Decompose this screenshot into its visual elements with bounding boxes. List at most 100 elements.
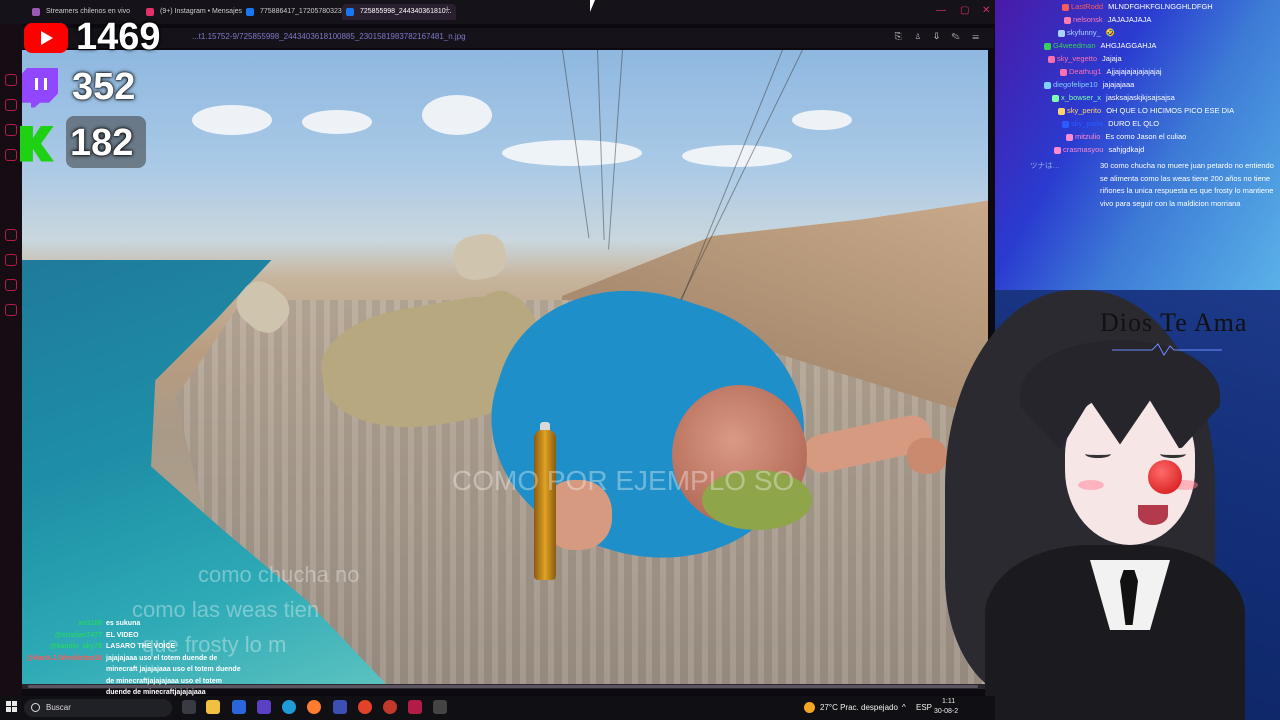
- twitch-counter: 352: [22, 66, 135, 109]
- facebook-icon: [346, 8, 354, 16]
- chat-badge-icon: [1058, 29, 1065, 37]
- chat-username: mitzulio: [1075, 132, 1101, 141]
- chat-badge-icon: [1062, 120, 1069, 128]
- obs-icon[interactable]: [433, 700, 447, 714]
- chrome-icon[interactable]: [358, 700, 372, 714]
- kick-counter: 182: [20, 122, 133, 165]
- play-icon: [24, 22, 68, 53]
- chat-message-row: skyfunny_ 🤣: [1058, 28, 1115, 37]
- kick-icon: [20, 125, 54, 162]
- app-icon[interactable]: [408, 700, 422, 714]
- chat-message: 🤣: [1105, 28, 1116, 37]
- chat-username: xn3108: [78, 620, 102, 627]
- chat-message-row: x_bowser_x jasksajaskjkjsajsajsa: [1052, 93, 1175, 102]
- chat-badge-icon: [1054, 146, 1061, 154]
- overlay-chat-row: @Hank.J.Wimbleton18 jajajajaaa uso el tot…: [20, 653, 250, 697]
- overlay-chat-row: @kamilo_sky79 LASARO THE VOICE: [20, 641, 250, 653]
- app-icon[interactable]: [383, 700, 397, 714]
- twitch-icon: [22, 67, 58, 108]
- sidebar-app-icon[interactable]: [5, 124, 17, 136]
- chat-username: Deathug1: [1069, 67, 1102, 76]
- avatar-eye: [1160, 450, 1186, 458]
- chat-message-row: mitzulio Es como Jason el culiao: [1066, 132, 1186, 141]
- tab-image-1[interactable]: 775886417_1720578032301...: [242, 4, 356, 20]
- search-placeholder: Buscar: [46, 703, 71, 712]
- chat-message: sahjgdkajd: [1108, 145, 1145, 154]
- taskbar-search[interactable]: Buscar: [24, 699, 172, 717]
- new-tab-button[interactable]: +: [444, 4, 450, 16]
- sidebar-app-icon[interactable]: [5, 279, 17, 291]
- beer-bottle: [534, 430, 556, 580]
- app-icon[interactable]: [333, 700, 347, 714]
- chat-message: LASARO THE VOICE: [106, 643, 176, 650]
- chat-message: OH QUE LO HICIMOS PICO ESE DIA: [1106, 106, 1235, 115]
- chat-username: ツナは…: [1030, 161, 1060, 170]
- chevron-up-icon[interactable]: ^: [902, 696, 906, 720]
- windows-icon[interactable]: [6, 701, 18, 713]
- chat-badge-icon: [1058, 107, 1065, 115]
- taskview-icon[interactable]: [182, 700, 196, 714]
- chat-message: jajajajaaa uso el totem duende de minecr…: [106, 654, 241, 697]
- caption-overlay: como chucha no: [198, 562, 360, 587]
- chat-message: Es como Jason el culiao: [1105, 132, 1187, 141]
- maximize-icon[interactable]: ▢: [960, 5, 969, 16]
- address-bar[interactable]: ...t1.15752-9/725855998_2443403618100885…: [22, 28, 994, 48]
- chat-badge-icon: [1044, 81, 1051, 89]
- sidebar-app-icon[interactable]: [5, 149, 17, 161]
- chat-badge-icon: [1052, 94, 1059, 102]
- avatar-mouth: [1138, 505, 1168, 525]
- chat-message-row: sky_vegetto Jajaja: [1048, 54, 1122, 63]
- chat-username: LastRodd: [1071, 2, 1104, 11]
- edge-icon[interactable]: [282, 700, 296, 714]
- weather-icon[interactable]: [804, 702, 815, 713]
- chat-message: jajajajaaa: [1102, 80, 1135, 89]
- chat-message-long: 30 como chucha no muere juan petardo no …: [1100, 161, 1274, 208]
- clock-date[interactable]: 30-08-2: [934, 707, 958, 717]
- tab-image-2[interactable]: 725855998_244340361810...: [342, 4, 456, 20]
- close-icon[interactable]: ✕: [982, 5, 990, 16]
- sidebar-app-icon[interactable]: [5, 254, 17, 266]
- overlay-chat: xn3108 es sukuna @cristian7477 EL VIDEO @k…: [20, 618, 250, 697]
- sidebar-app-icon[interactable]: [5, 229, 17, 241]
- tab-label: 725855998_244340361810...: [360, 8, 452, 15]
- app-icon[interactable]: [257, 700, 271, 714]
- overlay-chat-row: @cristian7477 EL VIDEO: [20, 630, 250, 642]
- meme-image: COMO POR EJEMPLO SO como chucha no como …: [22, 50, 988, 684]
- toolbar-icons[interactable]: ⎘ ♙ ⇩ ✎ ☰: [895, 31, 984, 42]
- firefox-icon[interactable]: [307, 700, 321, 714]
- sidebar-app-icon[interactable]: [5, 74, 17, 86]
- youtube-counter: 1469: [24, 16, 161, 59]
- chat-message-row: LastRodd MLNDFGHKFGLNGGHLDFGH: [1062, 2, 1213, 11]
- youtube-viewer-count: 1469: [76, 16, 161, 58]
- chat-message: es sukuna: [106, 620, 141, 627]
- tab-favicon-icon: [32, 8, 40, 16]
- avatar-bangs: [1020, 340, 1220, 450]
- chat-message: MLNDFGHKFGLNGGHLDFGH: [1108, 2, 1213, 11]
- caption-overlay: COMO POR EJEMPLO SO: [452, 465, 795, 496]
- chat-username: @Hank.J.Wimbleton18: [26, 654, 102, 662]
- clock-time[interactable]: 1:11: [942, 697, 955, 707]
- url-text[interactable]: ...t1.15752-9/725855998_2443403618100885…: [192, 32, 466, 41]
- file-explorer-icon[interactable]: [206, 700, 220, 714]
- chat-badge-icon: [1062, 3, 1069, 11]
- weather-text[interactable]: 27°C Prac. despejado: [820, 696, 898, 720]
- chat-message-row: nelsonsk JAJAJAJAJA: [1064, 15, 1151, 24]
- app-icon[interactable]: [232, 700, 246, 714]
- avatar-eye: [1085, 450, 1111, 458]
- chat-message-row: diegofelipe10 jajajajaaa: [1044, 80, 1134, 89]
- minimize-icon[interactable]: —: [936, 5, 946, 16]
- chat-badge-icon: [1060, 68, 1067, 76]
- sidebar-app-icon[interactable]: [5, 304, 17, 316]
- tab-label: (9+) Instagram • Mensajes: [160, 8, 243, 15]
- shoe: [450, 230, 510, 284]
- chat-username: sky_vegetto: [1057, 54, 1098, 63]
- chat-message-row: sky_perito OH QUE LO HICIMOS PICO ESE DIA: [1058, 106, 1234, 115]
- language-indicator[interactable]: ESP: [916, 696, 932, 720]
- sidebar-app-icon[interactable]: [5, 99, 17, 111]
- chat-badge-icon: [1044, 42, 1051, 50]
- clown-nose: [1148, 460, 1182, 494]
- tab-label: Streamers chilenos en vivo: [46, 8, 131, 15]
- mouse-cursor: [590, 0, 600, 12]
- windows-taskbar: Buscar 27°C Prac. despejado ^ ESP 1:11 3…: [0, 696, 995, 720]
- search-icon: [31, 703, 40, 712]
